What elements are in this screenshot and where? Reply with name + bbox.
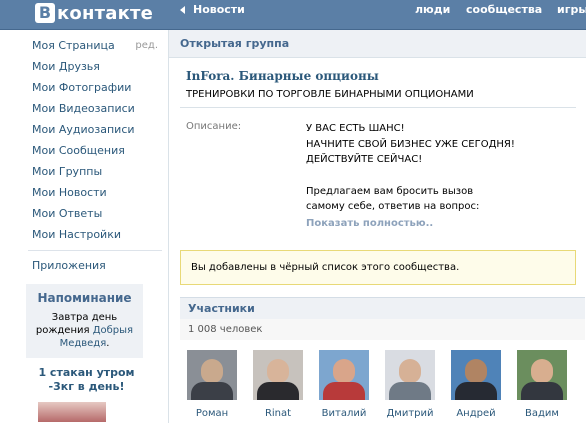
member-name[interactable]: Дмитрий [380,408,440,419]
reminder-box: Напоминание Завтра день рождения Добрыя … [26,284,143,358]
logo-text: контакте [57,2,154,24]
member-card[interactable]: Виталий [314,350,374,419]
member-card[interactable]: Дмитрий [380,350,440,419]
vk-logo[interactable]: В контакте [35,1,153,25]
member-avatar[interactable] [253,350,303,400]
show-more-link[interactable]: Показать полностью.. [306,218,433,229]
member-name[interactable]: Андрей [446,408,506,419]
left-sidebar: Моя Страница ред. Мои Друзья Мои Фотограф… [24,30,166,423]
logo-badge: В [35,3,55,23]
group-status: ТРЕНИРОВКИ ПО ТОРГОВЛЕ БИНАРНЫМИ ОПЦИОНА… [186,89,474,100]
group-name: InFora. Бинарные опционы [186,69,379,83]
left-arrow-icon [180,5,185,14]
news-link[interactable]: Новости [180,3,245,16]
sidebar-item-friends[interactable]: Мои Друзья [24,56,166,77]
main-content: Открытая группа InFora. Бинарные опционы… [168,30,586,423]
reminder-text-end: . [106,338,110,349]
sidebar-item-news[interactable]: Мои Новости [24,182,166,203]
reminder-text-part: Завтра [51,312,92,323]
member-card[interactable]: Андрей [446,350,506,419]
ad-image[interactable] [38,402,106,422]
nav-communities[interactable]: сообщества [466,3,542,16]
description-label: Описание: [186,121,242,132]
edit-link[interactable]: ред. [135,35,158,56]
members-header[interactable]: Участники [180,297,585,319]
top-header: В контакте Новости люди сообщества игры [0,0,586,30]
sidebar-divider [28,250,162,251]
member-avatar[interactable] [517,350,567,400]
member-avatar[interactable] [187,350,237,400]
description-line: Предлагаем вам бросить вызов самому себе… [306,185,480,213]
members-list: Роман Rinat Виталий Дмитрий Андрей Вадим [180,350,585,423]
description-text: У ВАС ЕСТЬ ШАНС! НАЧНИТЕ СВОЙ БИЗНЕС УЖЕ… [306,121,526,215]
sidebar-item-messages[interactable]: Мои Сообщения [24,140,166,161]
reminder-title: Напоминание [37,291,132,305]
members-count[interactable]: 1 008 человек [180,319,585,340]
member-name[interactable]: Роман [182,408,242,419]
member-name[interactable]: Rinat [248,408,308,419]
sidebar-item-videos[interactable]: Мои Видеозаписи [24,98,166,119]
member-card[interactable]: Роман [182,350,242,419]
nav-games[interactable]: игры [557,3,586,16]
blacklist-notice: Вы добавлены в чёрный список этого сообщ… [180,250,576,285]
divider [180,107,576,108]
member-name[interactable]: Виталий [314,408,374,419]
description-line: ДЕЙСТВУЙТЕ СЕЙЧАС! [306,154,423,165]
sidebar-item-photos[interactable]: Мои Фотографии [24,77,166,98]
member-card[interactable]: Rinat [248,350,308,419]
sidebar-item-audio[interactable]: Мои Аудиозаписи [24,119,166,140]
nav-people[interactable]: люди [415,3,450,16]
member-avatar[interactable] [385,350,435,400]
member-card[interactable]: Вадим [512,350,572,419]
news-link-label: Новости [193,3,245,16]
reminder-text: Завтра день рождения Добрыя Медведя. [30,311,139,350]
sidebar-item-my-page[interactable]: Моя Страница ред. [24,35,166,56]
sidebar-item-apps[interactable]: Приложения [24,255,166,276]
description-line: У ВАС ЕСТЬ ШАНС! [306,123,405,134]
description-line: НАЧНИТЕ СВОЙ БИЗНЕС УЖЕ СЕГОДНЯ! [306,138,515,150]
member-avatar[interactable] [451,350,501,400]
sidebar-item-settings[interactable]: Мои Настройки [24,224,166,245]
member-name[interactable]: Вадим [512,408,572,419]
member-avatar[interactable] [319,350,369,400]
sidebar-item-groups[interactable]: Мои Группы [24,161,166,182]
sidebar-item-answers[interactable]: Мои Ответы [24,203,166,224]
sidebar-item-label: Моя Страница [32,39,115,52]
ad-title[interactable]: 1 стакан утром -3кг в день! [24,366,149,394]
group-type-header: Открытая группа [169,30,586,58]
